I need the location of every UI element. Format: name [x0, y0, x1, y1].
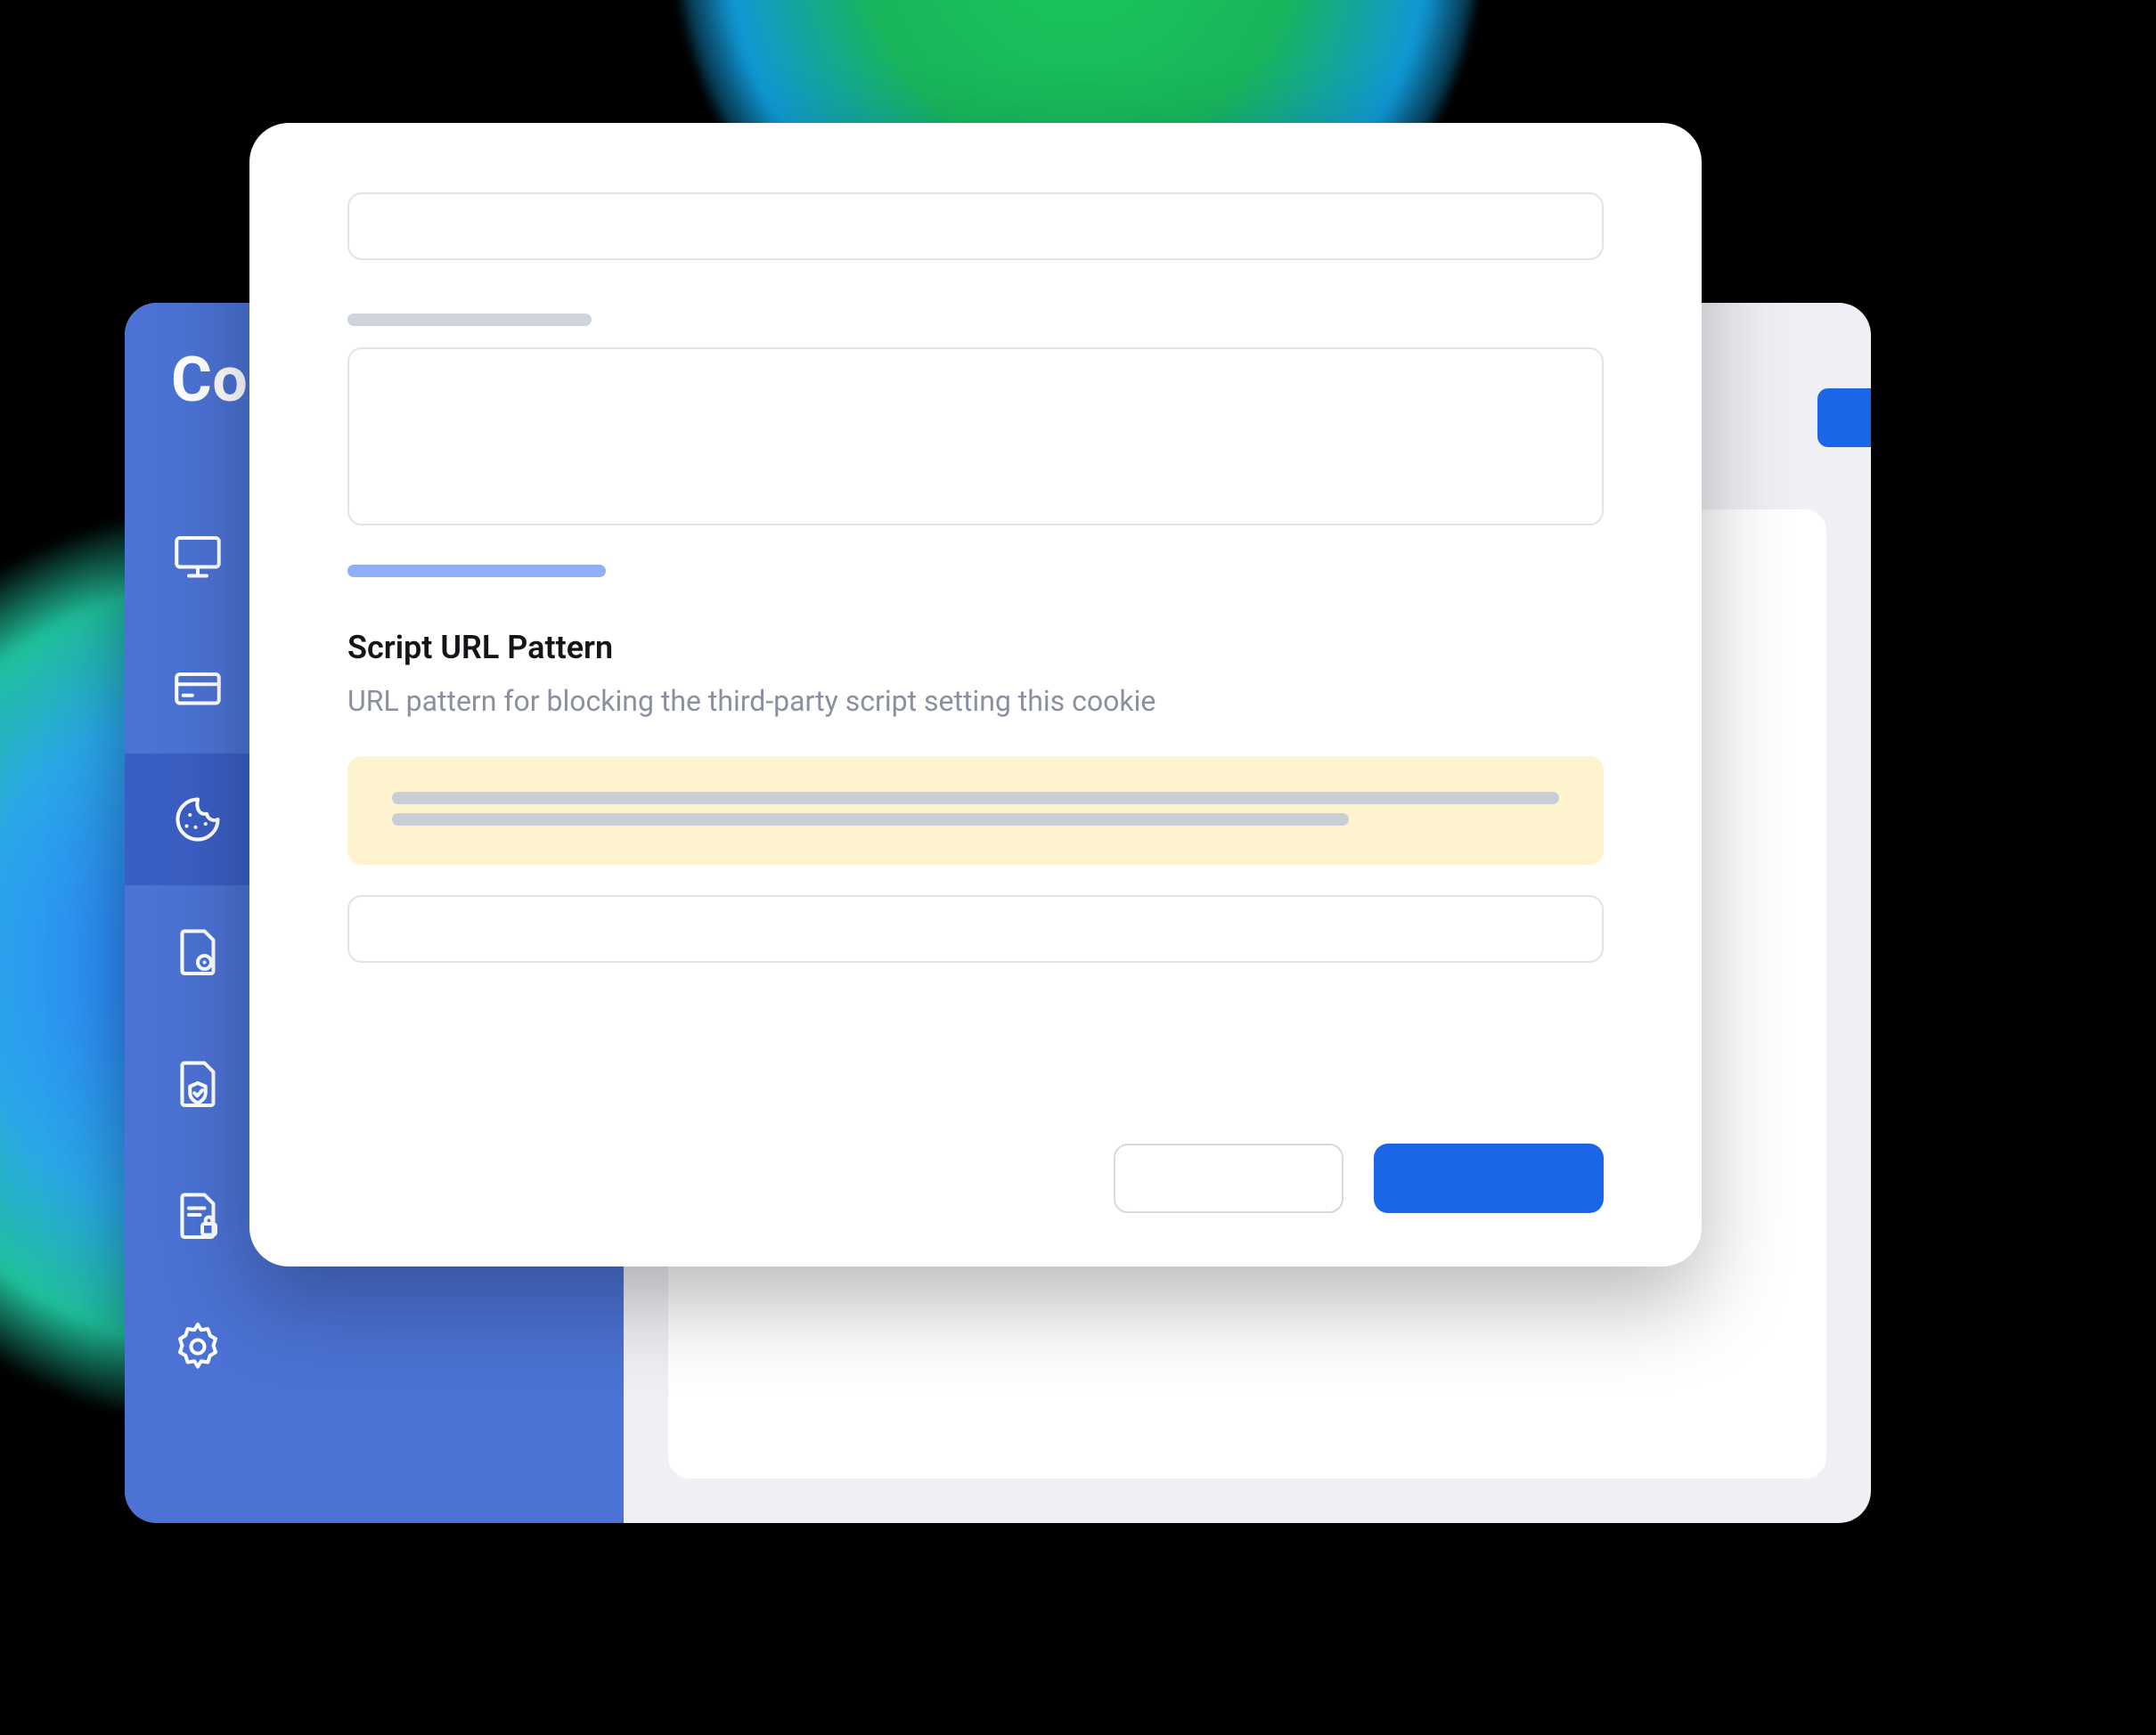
notice-text-line: [392, 792, 1559, 804]
modal-footer: [347, 1090, 1604, 1213]
section-help-text: URL pattern for blocking the third-party…: [347, 682, 1604, 721]
script-url-pattern-input[interactable]: [347, 895, 1604, 963]
modal-dialog: Script URL Pattern URL pattern for block…: [249, 123, 1702, 1267]
notice-banner: [347, 756, 1604, 865]
document-shield-icon: [171, 1056, 225, 1110]
section-divider: [347, 565, 606, 577]
sidebar-item-settings[interactable]: [125, 1281, 624, 1413]
monitor-icon: [171, 529, 225, 582]
cookie-icon: [171, 793, 225, 846]
cancel-button[interactable]: [1114, 1144, 1343, 1213]
notice-text-line: [392, 813, 1349, 826]
modal-input-1[interactable]: [347, 192, 1604, 260]
modal-textarea[interactable]: [347, 347, 1604, 525]
header-primary-button-edge[interactable]: [1817, 388, 1871, 447]
document-eye-icon: [171, 925, 225, 978]
document-lock-icon: [171, 1188, 225, 1242]
field-label-placeholder: [347, 314, 592, 326]
section-title: Script URL Pattern: [347, 629, 1604, 666]
save-button[interactable]: [1374, 1144, 1604, 1213]
gear-icon: [171, 1320, 225, 1373]
credit-card-icon: [171, 661, 225, 714]
